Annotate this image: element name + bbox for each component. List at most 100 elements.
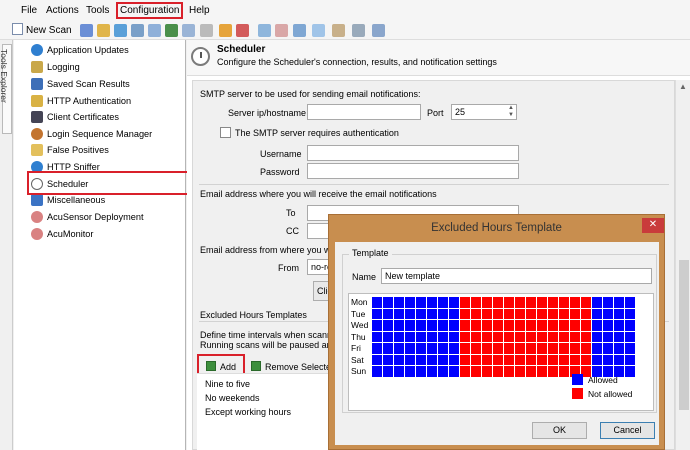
hour-cell[interactable] [449,366,459,377]
hour-cell[interactable] [603,308,613,319]
hour-cell[interactable] [537,366,547,377]
hour-cell[interactable] [614,354,624,365]
hour-cell[interactable] [559,366,569,377]
hour-cell[interactable] [427,354,437,365]
hour-cell[interactable] [482,308,492,319]
hour-cell[interactable] [493,320,503,331]
hour-cell[interactable] [416,343,426,354]
hour-cell[interactable] [372,297,382,308]
hour-cell[interactable] [537,308,547,319]
hour-cell[interactable] [416,354,426,365]
hour-cell[interactable] [592,320,602,331]
hour-cell[interactable] [504,331,514,342]
hour-cell[interactable] [493,354,503,365]
tree-item-application-updates[interactable]: Application Updates [31,42,129,58]
menu-actions[interactable]: Actions [42,2,83,19]
hour-cell[interactable] [537,331,547,342]
hour-cell[interactable] [372,366,382,377]
tree-item-login-sequence-manager[interactable]: Login Sequence Manager [31,126,152,142]
hour-cell[interactable] [504,343,514,354]
hour-cell[interactable] [482,331,492,342]
hour-cell[interactable] [625,343,635,354]
hour-cell[interactable] [383,320,393,331]
hour-cell[interactable] [515,331,525,342]
hour-cell[interactable] [603,320,613,331]
hour-cell[interactable] [570,343,580,354]
hour-cell[interactable] [383,331,393,342]
hour-cell[interactable] [548,343,558,354]
hour-cell[interactable] [427,343,437,354]
menu-file[interactable]: File [17,2,41,19]
new-scan-button[interactable]: New Scan [12,23,72,38]
tools-explorer-tab[interactable]: Tools Explorer [0,44,12,134]
hour-cell[interactable] [405,343,415,354]
hour-cell[interactable] [581,297,591,308]
hour-cell[interactable] [460,320,470,331]
hour-cell[interactable] [405,354,415,365]
hour-cell[interactable] [526,343,536,354]
hour-cell[interactable] [592,343,602,354]
hour-cell[interactable] [592,308,602,319]
web-services-icon[interactable] [275,24,288,37]
hour-cell[interactable] [471,297,481,308]
hour-cell[interactable] [394,354,404,365]
hour-cell[interactable] [592,331,602,342]
hour-cell[interactable] [625,354,635,365]
tree-item-client-certificates[interactable]: Client Certificates [31,109,119,125]
hour-cell[interactable] [537,343,547,354]
hour-cell[interactable] [581,354,591,365]
hour-cell[interactable] [449,331,459,342]
hour-cell[interactable] [614,320,624,331]
hour-cell[interactable] [471,354,481,365]
hour-cell[interactable] [504,320,514,331]
hour-cell[interactable] [394,308,404,319]
vertical-scrollbar[interactable]: ▲ [675,80,690,450]
hour-cell[interactable] [383,366,393,377]
list-item[interactable]: No weekends [205,393,260,403]
hour-cell[interactable] [394,366,404,377]
hour-cell[interactable] [482,320,492,331]
hour-cell[interactable] [515,354,525,365]
hour-cell[interactable] [449,343,459,354]
hour-cell[interactable] [559,308,569,319]
hour-cell[interactable] [603,297,613,308]
report-icon[interactable] [293,24,306,37]
list-item[interactable]: Except working hours [205,407,291,417]
menu-configuration[interactable]: Configuration [116,2,184,19]
scheduler-toolbar-icon[interactable] [332,24,345,37]
hour-cell[interactable] [548,366,558,377]
hour-cell[interactable] [416,366,426,377]
hour-cell[interactable] [482,354,492,365]
tree-item-acusensor-deployment[interactable]: AcuSensor Deployment [31,209,144,225]
hour-cell[interactable] [537,320,547,331]
scrollbar-thumb[interactable] [679,260,689,410]
list-item[interactable]: Nine to five [205,379,250,389]
hour-cell[interactable] [526,354,536,365]
hour-cell[interactable] [471,343,481,354]
http-editor-icon[interactable] [182,24,195,37]
hour-cell[interactable] [614,343,624,354]
hour-cell[interactable] [548,297,558,308]
settings-icon[interactable] [312,24,325,37]
hour-cell[interactable] [383,297,393,308]
hour-cell[interactable] [526,331,536,342]
hour-cell[interactable] [548,354,558,365]
hour-cell[interactable] [405,366,415,377]
hour-cell[interactable] [438,320,448,331]
sniffer-icon[interactable] [200,24,213,37]
server-hostname-input[interactable] [307,104,421,120]
hour-cell[interactable] [559,331,569,342]
hour-cell[interactable] [559,297,569,308]
template-name-input[interactable]: New template [381,268,652,284]
hour-cell[interactable] [603,331,613,342]
hour-cell[interactable] [570,297,580,308]
tree-item-acumonitor[interactable]: AcuMonitor [31,226,93,242]
hour-cell[interactable] [625,297,635,308]
hour-cell[interactable] [460,366,470,377]
hour-cell[interactable] [372,343,382,354]
hour-cell[interactable] [372,354,382,365]
hour-cell[interactable] [493,297,503,308]
dialog-titlebar[interactable]: Excluded Hours Template ✕ [329,215,664,242]
hour-cell[interactable] [504,354,514,365]
hour-cell[interactable] [471,366,481,377]
